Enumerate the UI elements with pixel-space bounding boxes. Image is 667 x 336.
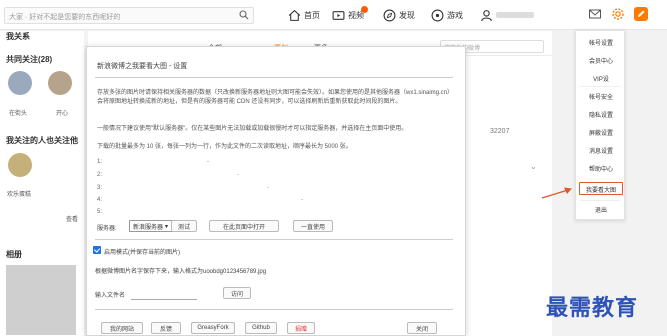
settings-menu: 帐号设置 会员中心 VIP设 帐号安全 隐私设置 屏蔽设置 消息设置 帮助中心 … bbox=[575, 30, 625, 220]
section-follow: 我关系 bbox=[6, 32, 30, 41]
test-button[interactable]: 测试 bbox=[171, 220, 197, 232]
batch-note: 下载的批量最多为 10 张，每张一列为一行，作为此文件的二次读取地址，顺序最长为… bbox=[97, 144, 352, 150]
menu-item-vip-center[interactable]: 会员中心 bbox=[576, 56, 626, 65]
menu-item-big-image[interactable]: 我要看大图 bbox=[576, 185, 626, 194]
search-icon[interactable] bbox=[239, 10, 249, 20]
menu-item-account[interactable]: 帐号设置 bbox=[576, 38, 626, 47]
discover-icon bbox=[383, 9, 396, 21]
divider bbox=[95, 309, 453, 310]
close-button[interactable]: 关闭 bbox=[407, 322, 437, 334]
nav-video[interactable]: 视频 bbox=[332, 6, 368, 22]
feedback-button[interactable]: 反馈 bbox=[151, 322, 181, 334]
filename-label: 输入文件名 bbox=[95, 293, 126, 299]
like-count[interactable]: 32207 bbox=[490, 128, 509, 135]
menu-divider bbox=[580, 86, 620, 87]
chevron-down-icon: ▾ bbox=[165, 223, 169, 230]
divider bbox=[95, 77, 453, 78]
section-photos: 相册 bbox=[6, 250, 22, 259]
menu-divider bbox=[580, 200, 620, 201]
menu-item-messages[interactable]: 消息设置 bbox=[576, 146, 626, 155]
menu-item-vip-settings[interactable]: VIP设 bbox=[576, 74, 626, 83]
watermark: 最需教育 bbox=[546, 295, 639, 321]
profile-name-blur bbox=[496, 12, 534, 18]
menu-item-privacy[interactable]: 隐私设置 bbox=[576, 110, 626, 119]
row-2: 2: bbox=[97, 172, 103, 178]
video-icon bbox=[332, 10, 345, 20]
server-select[interactable]: 新浪服务器 ▾ bbox=[129, 220, 177, 232]
access-button[interactable]: 访问 bbox=[223, 287, 251, 299]
server-label: 服务器: bbox=[97, 226, 117, 232]
my-site-button[interactable]: 我的网站 bbox=[101, 322, 143, 334]
row-5: 5: bbox=[97, 209, 103, 215]
search-placeholder: 大家 · 好对不起是您要的东西呢好的 bbox=[9, 14, 121, 21]
chevron-down-icon[interactable]: ⌄ bbox=[530, 162, 537, 171]
row-dash: - bbox=[267, 185, 269, 191]
search-box[interactable]: 大家 · 好对不起是您要的东西呢好的 bbox=[4, 7, 254, 24]
row-dash: - bbox=[237, 172, 239, 178]
avatar[interactable] bbox=[8, 153, 32, 177]
top-bar: 大家 · 好对不起是您要的东西呢好的 首页 视频 发现 游戏 bbox=[0, 0, 667, 30]
enable-checkbox-label: 启用模式(并保存当前的图片) bbox=[104, 250, 180, 256]
intro-paragraph: 存放多张的图片时请保持相关服务器的数据（只改换新服务器地址则大图可能会失效）。如… bbox=[97, 90, 454, 105]
photo-thumbnail[interactable] bbox=[6, 265, 76, 335]
user-icon bbox=[481, 9, 492, 21]
row-dash: - bbox=[207, 159, 209, 165]
nav-game[interactable]: 游戏 bbox=[431, 8, 463, 22]
arrow-annotation-icon bbox=[541, 187, 572, 199]
menu-item-security[interactable]: 帐号安全 bbox=[576, 92, 626, 101]
more-link[interactable]: 查看 bbox=[66, 214, 78, 223]
filename-note: 根据微博图片名字保存下来，输入格式为uoobdg0123456789.jpg bbox=[95, 269, 267, 275]
dialog-title: 新浪微博之我要看大图 - 设置 bbox=[97, 63, 188, 70]
donate-button[interactable]: 捐赠 bbox=[287, 322, 315, 334]
filename-input[interactable] bbox=[131, 288, 197, 300]
nav-profile[interactable] bbox=[480, 8, 534, 22]
enable-checkbox[interactable] bbox=[93, 246, 101, 254]
row-3: 3: bbox=[97, 185, 103, 191]
nav-game-label: 游戏 bbox=[447, 10, 463, 20]
menu-item-help[interactable]: 帮助中心 bbox=[576, 164, 626, 173]
compose-icon[interactable] bbox=[634, 7, 648, 21]
user-name-3[interactable]: 欢乐蛋糕 bbox=[7, 189, 31, 198]
mail-icon[interactable] bbox=[588, 7, 602, 21]
user-name-2[interactable]: 开心 bbox=[56, 108, 68, 117]
header-icons bbox=[588, 7, 648, 21]
user-name-1[interactable]: 在街头 bbox=[9, 108, 27, 117]
avatar[interactable] bbox=[48, 71, 72, 95]
video-badge bbox=[361, 6, 368, 13]
server-note: 一般情况下建议使用"默认服务器"。仅在某些图片无法加载或加载很慢时才可以指定服务… bbox=[97, 126, 408, 132]
nav-discover[interactable]: 发现 bbox=[383, 8, 415, 22]
nav-home-label: 首页 bbox=[304, 10, 320, 20]
server-select-value: 新浪服务器 bbox=[133, 224, 164, 231]
home-icon bbox=[288, 9, 301, 21]
nav-home[interactable]: 首页 bbox=[288, 8, 320, 22]
gear-icon[interactable] bbox=[611, 7, 625, 21]
open-in-page-button[interactable]: 在此页面中打开 bbox=[209, 220, 279, 232]
section-they-follow: 我关注的人也关注他 bbox=[6, 136, 78, 145]
divider bbox=[95, 239, 453, 240]
game-icon bbox=[431, 9, 444, 21]
row-dash: - bbox=[301, 197, 303, 203]
nav-discover-label: 发现 bbox=[399, 10, 415, 20]
avatar[interactable] bbox=[8, 71, 32, 95]
left-column: 我关系 共同关注(28) 在街头 开心 我关注的人也关注他 欢乐蛋糕 查看 相册 bbox=[0, 31, 84, 336]
greasyfork-button[interactable]: GreasyFork bbox=[191, 322, 235, 334]
section-common: 共同关注(28) bbox=[6, 55, 53, 64]
always-use-button[interactable]: 一直使用 bbox=[293, 220, 333, 232]
row-1: 1: bbox=[97, 159, 103, 165]
menu-item-block[interactable]: 屏蔽设置 bbox=[576, 128, 626, 137]
row-4: 4: bbox=[97, 197, 103, 203]
menu-item-logout[interactable]: 退出 bbox=[576, 205, 626, 214]
settings-dialog: 新浪微博之我要看大图 - 设置 存放多张的图片时请保持相关服务器的数据（只改换新… bbox=[86, 46, 466, 336]
github-button[interactable]: Github bbox=[245, 322, 277, 334]
